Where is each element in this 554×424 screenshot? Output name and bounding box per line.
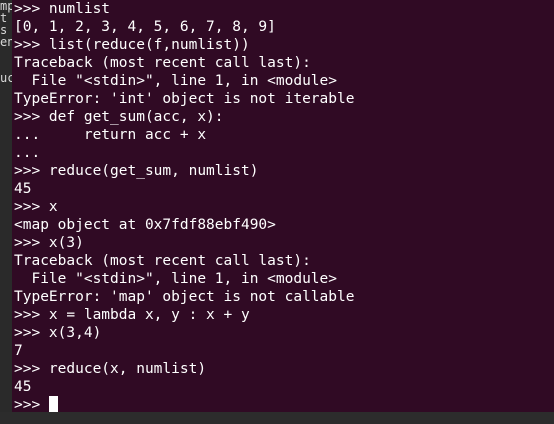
terminal-line: >>> def get_sum(acc, x): [14,109,224,125]
terminal-line: ... [14,145,41,161]
terminal-line: File "<stdin>", line 1, in <module> [14,73,338,89]
terminal-line: >>> numlist [14,1,111,17]
terminal-line: 7 [14,343,23,359]
terminal-window[interactable]: >>> numlist [0, 1, 2, 3, 4, 5, 6, 7, 8, … [12,0,554,412]
terminal-line: [0, 1, 2, 3, 4, 5, 6, 7, 8, 9] [14,19,276,35]
terminal-line: >>> x [14,199,58,215]
terminal-line: >>> reduce(get_sum, numlist) [14,163,259,179]
terminal-line: >>> x(3) [14,235,84,251]
text-cursor [48,396,58,412]
terminal-line: 45 [14,379,32,395]
background-text-fragment: uc [0,71,12,85]
terminal-line: >>> x = lambda x, y : x + y [14,307,250,323]
prompt: >>> [14,397,49,412]
background-window-edge: mp t s en uc [0,0,12,424]
terminal-line: >>> reduce(x, numlist) [14,361,207,377]
desktop-background [0,412,554,424]
terminal-input-line[interactable]: >>> [14,396,354,412]
terminal-line: 45 [14,181,32,197]
terminal-line: Traceback (most recent call last): [14,253,311,269]
terminal-line: >>> list(reduce(f,numlist)) [14,37,250,53]
terminal-line: ... return acc + x [14,127,207,143]
screen: mp t s en uc >>> numlist [0, 1, 2, 3, 4,… [0,0,554,424]
terminal-output: >>> numlist [0, 1, 2, 3, 4, 5, 6, 7, 8, … [14,0,354,412]
terminal-line: <map object at 0x7fdf88ebf490> [14,217,276,233]
terminal-line: TypeError: 'int' object is not iterable [14,91,355,107]
terminal-line: Traceback (most recent call last): [14,55,311,71]
terminal-line: TypeError: 'map' object is not callable [14,289,355,305]
terminal-line: >>> x(3,4) [14,325,102,341]
terminal-line: File "<stdin>", line 1, in <module> [14,271,338,287]
background-text-fragment: en [0,35,12,49]
